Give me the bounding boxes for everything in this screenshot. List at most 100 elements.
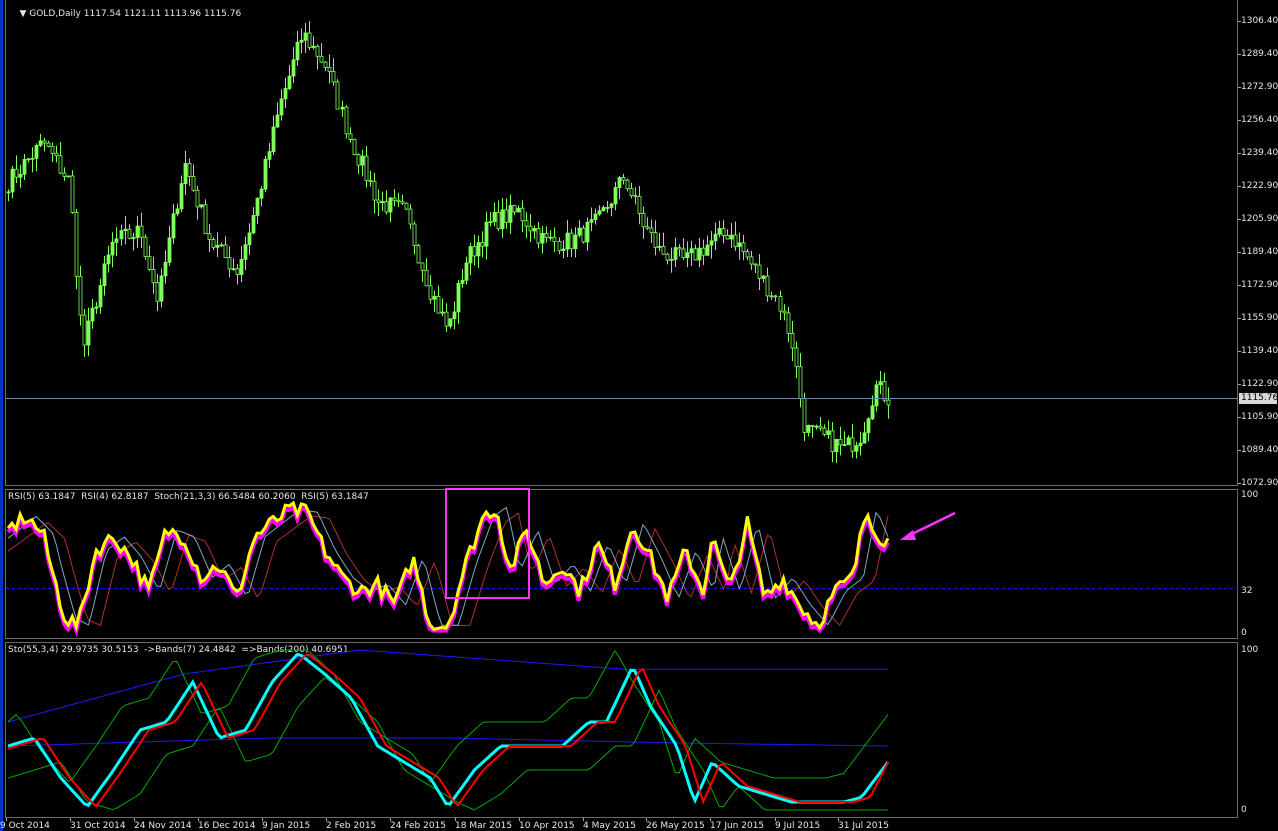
date-axis-tick [326,818,327,821]
candle-body [621,177,626,181]
candle-body [524,220,529,227]
candle-body [183,163,188,185]
price-axis-tick [1238,153,1241,154]
candle-body [46,142,51,147]
candle-body [508,205,513,223]
candle-body [311,45,316,48]
candle-body [858,442,863,447]
candle-body [464,262,469,281]
date-axis-label: 31 Jul 2015 [838,821,889,831]
candle-body [665,253,670,261]
candle-body [577,227,582,236]
price-axis-label: 1205.90 [1241,214,1278,224]
candle-body [866,418,871,434]
price-axis-label: 1222.90 [1241,181,1278,191]
bands200-upper [7,649,888,723]
candle-body [681,248,686,259]
candle-body [540,233,545,244]
candle-body [54,152,59,157]
candle-body [424,269,429,287]
candle-body [344,106,349,135]
candle-body [380,201,385,204]
rsi-level-32: 32 [1241,586,1253,596]
candle-body [810,425,815,427]
candle-body [247,232,252,246]
candle-body [58,155,63,174]
price-axis-label: 1272.90 [1241,82,1278,92]
candle-body [701,247,706,256]
candle-body [127,228,132,239]
rsi-level-0: 0 [1241,628,1247,638]
price-axis-tick [1238,351,1241,352]
candle-body [335,81,340,110]
date-axis-label: 24 Feb 2015 [390,821,447,831]
candle-body [629,188,634,197]
candle-body [645,226,650,229]
candle-body [625,179,630,190]
price-axis-tick [1238,384,1241,385]
candle-body [368,180,373,182]
candle-body [870,405,875,420]
date-axis-label: 9 Jul 2015 [775,821,821,831]
candle-body [303,32,308,41]
candle-body [769,295,774,298]
candle-body [637,196,642,214]
price-axis-tick [1238,318,1241,319]
candle-body [557,241,562,252]
candle-body [444,311,449,327]
candle-body [243,244,248,260]
candle-body [151,269,156,284]
candle-body [737,242,742,248]
candle-body [14,168,19,178]
price-axis-label: 1155.90 [1241,313,1278,323]
candle-body [167,237,172,263]
candle-body [119,230,124,240]
price-axis-tick [1238,120,1241,121]
candle-body [593,213,598,221]
candle-body [609,203,614,208]
candle-body [356,154,361,166]
sto-level-100: 100 [1241,645,1259,655]
candle-body [271,126,276,153]
candle-body [231,268,236,271]
candle-body [689,248,694,254]
candle-body [223,244,228,258]
date-axis-tick [134,818,135,821]
date-axis-tick [519,818,520,821]
price-axis-tick [1238,21,1241,22]
candle-body [713,233,718,242]
candle-body [340,106,345,110]
candle-body [721,228,726,236]
candle-body [874,384,879,407]
candle-body [633,195,638,198]
candle-body [452,311,457,320]
candle-body [641,212,646,228]
candle-body [143,236,148,257]
candle-body [565,232,570,250]
candle-body [480,242,485,247]
candle-body [826,430,831,435]
candle-body [753,263,758,266]
candle-body [372,180,377,201]
candle-body [476,242,481,257]
candle-body [179,183,184,210]
candle-body [299,39,304,43]
candle-body [741,242,746,253]
candle-body [211,239,216,248]
candle-body [617,177,622,188]
candle-body [733,234,738,248]
candle-body [408,208,413,225]
candle-body [412,223,417,247]
candle-body [348,133,353,140]
candle-body [384,201,389,213]
candle-body [436,296,441,314]
candle-body [536,228,541,244]
date-axis-tick [455,818,456,821]
candle-body [597,210,602,215]
date-axis-label: 24 Nov 2014 [134,821,192,831]
sto-main-line [7,652,890,808]
candle-body [798,366,803,399]
date-axis-tick [646,818,647,821]
candle-body [219,244,224,247]
candle-body [504,209,509,223]
